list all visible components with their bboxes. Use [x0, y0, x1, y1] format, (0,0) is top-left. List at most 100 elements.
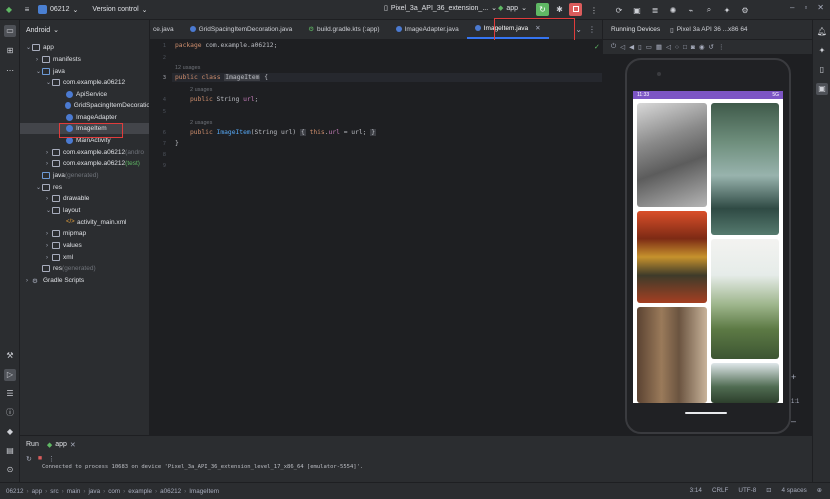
- search-icon[interactable]: ⌕: [702, 3, 716, 17]
- maximize-icon[interactable]: ▫: [804, 3, 807, 12]
- stop-icon[interactable]: ■: [38, 455, 42, 462]
- more-icon[interactable]: ⋮: [48, 455, 55, 463]
- tree-item[interactable]: ApiService: [20, 89, 149, 100]
- rotate-left-icon[interactable]: ▯: [638, 43, 642, 51]
- tree-item[interactable]: › values: [20, 240, 149, 251]
- vcs-status-icon[interactable]: ⊕: [817, 487, 822, 494]
- gallery-image[interactable]: [711, 239, 779, 359]
- gallery-image[interactable]: [711, 363, 779, 403]
- project-tool-icon[interactable]: ▭: [4, 25, 16, 37]
- editor-tab[interactable]: ImageAdapter.java: [388, 19, 467, 39]
- notifications-icon[interactable]: 🔔︎: [816, 26, 828, 38]
- tree-item[interactable]: GridSpacingItemDecoratio: [20, 100, 149, 111]
- overview-icon[interactable]: □: [683, 44, 687, 51]
- problems-tool-icon[interactable]: ⓘ: [4, 407, 16, 419]
- structure-tool-icon[interactable]: ⊞: [4, 45, 16, 57]
- editor-tab[interactable]: ⚙ build.gradle.kts (:app): [300, 19, 387, 39]
- fold-icon[interactable]: ▦: [656, 43, 662, 51]
- gemini-icon[interactable]: ✦: [720, 3, 734, 17]
- breadcrumb-item[interactable]: java: [89, 488, 101, 495]
- more-tools-icon[interactable]: ⋯: [4, 65, 16, 77]
- run-tool-icon[interactable]: ▷: [4, 369, 16, 381]
- sync-project-icon[interactable]: ⟳: [612, 3, 626, 17]
- settings-icon[interactable]: ⚙: [738, 3, 752, 17]
- usages-hint[interactable]: 12 usages: [175, 65, 200, 71]
- layout-inspector-icon[interactable]: ≣: [648, 3, 662, 17]
- indent-setting[interactable]: 4 spaces: [782, 487, 807, 494]
- tree-item[interactable]: </> activity_main.xml: [20, 217, 149, 228]
- tree-item[interactable]: ⌄ java: [20, 66, 149, 77]
- breadcrumb-item[interactable]: com: [108, 488, 120, 495]
- running-devices-tool-icon[interactable]: ▣: [816, 83, 828, 95]
- gallery-image[interactable]: [711, 103, 779, 235]
- stop-button[interactable]: [569, 3, 582, 16]
- snapshot-icon[interactable]: ↺: [709, 43, 714, 51]
- tree-item[interactable]: › manifests: [20, 54, 149, 65]
- breadcrumb-item[interactable]: app: [32, 488, 43, 495]
- minimize-icon[interactable]: –: [790, 3, 794, 12]
- record-icon[interactable]: ◉: [699, 43, 705, 51]
- device-manager-tool-icon[interactable]: ▯: [816, 64, 828, 76]
- app-quality-icon[interactable]: ✺: [666, 3, 680, 17]
- chevron-down-icon[interactable]: ⌄: [575, 25, 582, 34]
- project-view-selector[interactable]: Android ⌄: [20, 20, 149, 40]
- zoom-fit-icon[interactable]: 1:1: [791, 399, 799, 405]
- file-encoding[interactable]: UTF-8: [738, 487, 756, 494]
- breadcrumb-item[interactable]: example: [128, 488, 152, 495]
- version-control-menu[interactable]: Version control ⌄: [92, 6, 147, 14]
- editor-tab[interactable]: GridSpacingItemDecoration.java: [182, 19, 301, 39]
- breadcrumb-item[interactable]: src: [50, 488, 58, 495]
- breadcrumb-item[interactable]: ImageItem: [189, 488, 219, 495]
- terminal-tool-icon[interactable]: ▤: [4, 445, 16, 457]
- tree-item[interactable]: ⌄ app: [20, 42, 149, 53]
- home-indicator[interactable]: [685, 412, 727, 414]
- tree-item[interactable]: ⌄ com.example.a06212: [20, 77, 149, 88]
- tree-item[interactable]: java (generated): [20, 170, 149, 181]
- gallery-image[interactable]: [637, 103, 707, 207]
- line-separator[interactable]: CRLF: [712, 487, 728, 494]
- phone-screen[interactable]: 11:33 5G: [633, 91, 783, 403]
- home-icon[interactable]: ○: [675, 44, 679, 51]
- breadcrumb-item[interactable]: a06212: [160, 488, 181, 495]
- tree-item[interactable]: › mipmap: [20, 228, 149, 239]
- volume-down-icon[interactable]: ◀: [629, 43, 634, 51]
- run-config-selector[interactable]: ◆ app ⌄: [498, 4, 527, 13]
- tree-item[interactable]: › com.example.a06212 (test): [20, 158, 149, 169]
- zoom-in-icon[interactable]: +: [791, 372, 796, 382]
- logcat-tool-icon[interactable]: ☰: [4, 388, 16, 400]
- profiler-icon[interactable]: ⌁: [684, 3, 698, 17]
- close-tab-icon[interactable]: ✕: [70, 441, 76, 449]
- tree-item[interactable]: › drawable: [20, 193, 149, 204]
- back-icon[interactable]: ◁: [666, 43, 671, 51]
- tree-item[interactable]: › ⚙ Gradle Scripts: [20, 275, 149, 286]
- code-editor[interactable]: 1 2 3 4 5 6 7 8 9 10 package com.example…: [150, 40, 602, 435]
- extended-controls-icon[interactable]: ⋮: [718, 43, 725, 51]
- zoom-out-icon[interactable]: –: [791, 416, 796, 426]
- tree-item[interactable]: ImageAdapter: [20, 112, 149, 123]
- more-actions-icon[interactable]: ⋮: [587, 3, 601, 17]
- caret-position[interactable]: 3:14: [690, 487, 702, 494]
- problems-list-icon[interactable]: ⊙: [4, 464, 16, 476]
- rerun-button[interactable]: ↻: [536, 3, 549, 16]
- device-tab[interactable]: ▯ Pixel 3a API 36 ...x86 64: [670, 26, 747, 34]
- debug-button[interactable]: ✱: [553, 3, 566, 16]
- volume-up-icon[interactable]: ◁: [620, 43, 625, 51]
- project-selector[interactable]: 06212 ⌄: [38, 5, 78, 14]
- android-icon[interactable]: ◆: [2, 3, 16, 17]
- device-manager-icon[interactable]: ▣: [630, 3, 644, 17]
- tree-item[interactable]: res (generated): [20, 263, 149, 274]
- gallery-image[interactable]: [637, 307, 707, 403]
- tree-item[interactable]: ⌄ res: [20, 182, 149, 193]
- tree-item[interactable]: › com.example.a06212 (andro: [20, 147, 149, 158]
- more-icon[interactable]: ⋮: [588, 25, 596, 34]
- close-icon[interactable]: ✕: [817, 3, 824, 12]
- app-quality-tool-icon[interactable]: ◆: [4, 426, 16, 438]
- screenshot-icon[interactable]: ◙: [691, 44, 695, 51]
- fold-brace[interactable]: {: [299, 129, 306, 136]
- tree-item[interactable]: ⌄ layout: [20, 205, 149, 216]
- run-tab-app[interactable]: ◆ app ✕: [47, 441, 76, 449]
- editor-tab[interactable]: ce.java: [150, 19, 182, 39]
- rotate-right-icon[interactable]: ▭: [646, 43, 652, 51]
- gallery-image[interactable]: [637, 211, 707, 303]
- readonly-lock-icon[interactable]: ⊡: [766, 487, 771, 494]
